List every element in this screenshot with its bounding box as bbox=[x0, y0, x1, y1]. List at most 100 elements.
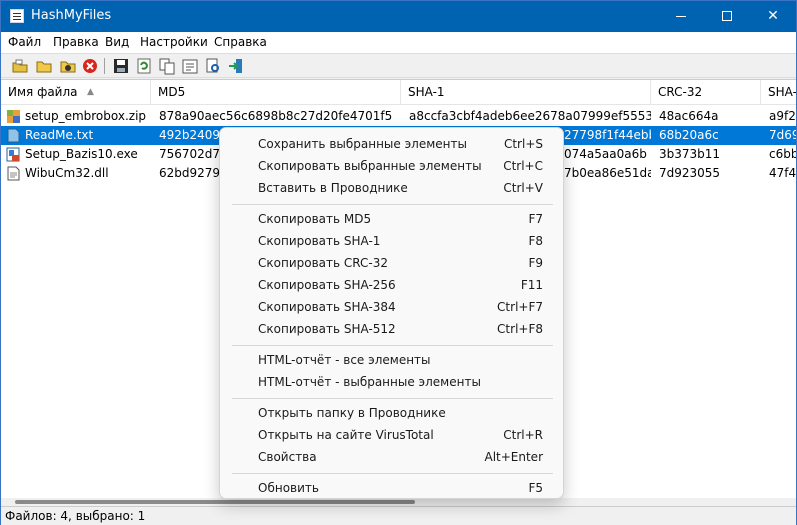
ctx-separator bbox=[232, 398, 553, 399]
crc32-value: 48ac664a bbox=[659, 109, 719, 123]
ctx-label: Скопировать MD5 bbox=[258, 212, 372, 226]
crc32-value: 68b20a6c bbox=[659, 128, 719, 142]
title-bar: HashMyFiles ✕ bbox=[1, 1, 796, 32]
ctx-label: Вставить в Проводнике bbox=[258, 181, 408, 195]
column-header-filename[interactable]: Имя файла ▲ bbox=[1, 80, 151, 105]
ctx-separator bbox=[232, 204, 553, 205]
add-folder-icon[interactable] bbox=[59, 57, 77, 75]
menu-view[interactable]: Вид bbox=[105, 35, 129, 49]
ctx-item-copy-crc32[interactable]: Скопировать CRC-32 F9 bbox=[224, 252, 561, 274]
file-name: ReadMe.txt bbox=[25, 128, 94, 142]
maximize-button[interactable] bbox=[704, 1, 750, 32]
sha256-value: c6bb6 bbox=[769, 147, 796, 161]
horizontal-scrollbar[interactable] bbox=[1, 498, 796, 506]
close-button[interactable]: ✕ bbox=[750, 1, 796, 32]
window-title: HashMyFiles bbox=[31, 8, 112, 23]
ctx-shortcut: F8 bbox=[528, 234, 543, 248]
table-row[interactable]: setup_embrobox.zip 878a90aec56c6898b8c27… bbox=[1, 107, 796, 126]
ctx-item-html-report-all[interactable]: HTML-отчёт - все элементы bbox=[224, 349, 561, 371]
crc32-value: 7d923055 bbox=[659, 166, 721, 180]
archive-icon bbox=[7, 110, 20, 123]
status-bar: Файлов: 4, выбрано: 1 bbox=[1, 506, 796, 525]
exit-icon[interactable] bbox=[227, 57, 245, 75]
crc32-value: 3b373b11 bbox=[659, 147, 721, 161]
column-header-sha256[interactable]: SHA-2 bbox=[761, 80, 796, 105]
ctx-shortcut: F5 bbox=[528, 481, 543, 495]
ctx-item-copy-sha256[interactable]: Скопировать SHA-256 F11 bbox=[224, 274, 561, 296]
ctx-label: Скопировать SHA-256 bbox=[258, 278, 396, 292]
minimize-icon bbox=[676, 15, 686, 17]
column-header-crc32[interactable]: CRC-32 bbox=[651, 80, 761, 105]
properties-icon[interactable] bbox=[181, 57, 199, 75]
sha1-value: 7b0ea86e51da bbox=[564, 166, 651, 180]
menu-file[interactable]: Файл bbox=[8, 35, 41, 49]
ctx-label: HTML-отчёт - все элементы bbox=[258, 353, 431, 367]
app-icon bbox=[10, 9, 24, 23]
ctx-label: Сохранить выбранные элементы bbox=[258, 137, 467, 151]
dll-file-icon bbox=[7, 166, 20, 181]
ctx-separator bbox=[232, 473, 553, 474]
ctx-item-open-folder[interactable]: Открыть папку в Проводнике bbox=[224, 402, 561, 424]
ctx-item-refresh[interactable]: Обновить F5 bbox=[224, 477, 561, 499]
ctx-item-copy-sha384[interactable]: Скопировать SHA-384 Ctrl+F7 bbox=[224, 296, 561, 318]
ctx-shortcut: F9 bbox=[528, 256, 543, 270]
context-menu: Сохранить выбранные элементы Ctrl+S Скопи… bbox=[219, 127, 564, 499]
ctx-label: Скопировать SHA-512 bbox=[258, 322, 396, 336]
ctx-shortcut: Alt+Enter bbox=[484, 450, 543, 464]
ctx-shortcut: F7 bbox=[528, 212, 543, 226]
save-icon[interactable] bbox=[112, 57, 130, 75]
md5-value: 62bd9279b3 bbox=[159, 166, 221, 180]
ctx-shortcut: Ctrl+C bbox=[503, 159, 543, 173]
sha256-value: 7d690 bbox=[769, 128, 796, 142]
ctx-item-copy-md5[interactable]: Скопировать MD5 F7 bbox=[224, 208, 561, 230]
ctx-shortcut: Ctrl+S bbox=[503, 137, 543, 151]
column-header-sha1[interactable]: SHA-1 bbox=[401, 80, 651, 105]
ctx-label: HTML-отчёт - выбранные элементы bbox=[258, 375, 481, 389]
ctx-item-copy-selected[interactable]: Скопировать выбранные элементы Ctrl+C bbox=[224, 155, 561, 177]
minimize-button[interactable] bbox=[658, 1, 704, 32]
ctx-label: Свойства bbox=[258, 450, 317, 464]
ctx-item-copy-sha512[interactable]: Скопировать SHA-512 Ctrl+F8 bbox=[224, 318, 561, 340]
close-icon: ✕ bbox=[767, 8, 779, 24]
text-file-icon bbox=[7, 128, 20, 143]
ctx-item-open-virustotal[interactable]: Открыть на сайте VirusTotal Ctrl+R bbox=[224, 424, 561, 446]
menu-options[interactable]: Настройки bbox=[140, 35, 208, 49]
scrollbar-thumb[interactable] bbox=[15, 500, 415, 504]
ctx-label: Скопировать выбранные элементы bbox=[258, 159, 482, 173]
md5-value: 878a90aec56c6898b8c27d20fe4701f5 bbox=[159, 109, 393, 123]
sha1-value: 074a5aa0a6b bbox=[564, 147, 647, 161]
refresh-icon[interactable] bbox=[135, 57, 153, 75]
copy-icon[interactable] bbox=[158, 57, 176, 75]
ctx-shortcut: Ctrl+V bbox=[503, 181, 543, 195]
ctx-item-properties[interactable]: Свойства Alt+Enter bbox=[224, 446, 561, 468]
ctx-item-save-selected[interactable]: Сохранить выбранные элементы Ctrl+S bbox=[224, 133, 561, 155]
maximize-icon bbox=[722, 11, 732, 21]
list-header: Имя файла ▲ MD5 SHA-1 CRC-32 SHA-2 bbox=[1, 80, 796, 105]
ctx-label: Скопировать SHA-384 bbox=[258, 300, 396, 314]
sha1-value: 27798f1f44ebb2 bbox=[564, 128, 651, 142]
open-folder-icon[interactable] bbox=[35, 57, 53, 75]
ctx-shortcut: Ctrl+F7 bbox=[497, 300, 543, 314]
file-name: setup_embrobox.zip bbox=[25, 109, 147, 123]
column-header-md5[interactable]: MD5 bbox=[151, 80, 401, 105]
open-files-icon[interactable] bbox=[11, 57, 29, 75]
column-label: Имя файла bbox=[8, 85, 78, 99]
menu-edit[interactable]: Правка bbox=[53, 35, 99, 49]
installer-icon bbox=[6, 147, 20, 162]
ctx-item-copy-sha1[interactable]: Скопировать SHA-1 F8 bbox=[224, 230, 561, 252]
ctx-label: Открыть папку в Проводнике bbox=[258, 406, 446, 420]
delete-icon[interactable] bbox=[81, 57, 99, 75]
md5-value: 756702d7cf bbox=[159, 147, 221, 161]
menu-help[interactable]: Справка bbox=[214, 35, 267, 49]
ctx-label: Скопировать SHA-1 bbox=[258, 234, 381, 248]
ctx-separator bbox=[232, 345, 553, 346]
ctx-item-paste-explorer[interactable]: Вставить в Проводнике Ctrl+V bbox=[224, 177, 561, 199]
ctx-item-html-report-selected[interactable]: HTML-отчёт - выбранные элементы bbox=[224, 371, 561, 393]
find-icon[interactable] bbox=[204, 57, 222, 75]
toolbar-separator bbox=[104, 58, 105, 74]
ctx-shortcut: Ctrl+F8 bbox=[497, 322, 543, 336]
sort-arrow-icon: ▲ bbox=[87, 87, 94, 97]
file-name: WibuCm32.dll bbox=[25, 166, 109, 180]
status-text: Файлов: 4, выбрано: 1 bbox=[5, 509, 146, 523]
ctx-shortcut: Ctrl+R bbox=[503, 428, 543, 442]
